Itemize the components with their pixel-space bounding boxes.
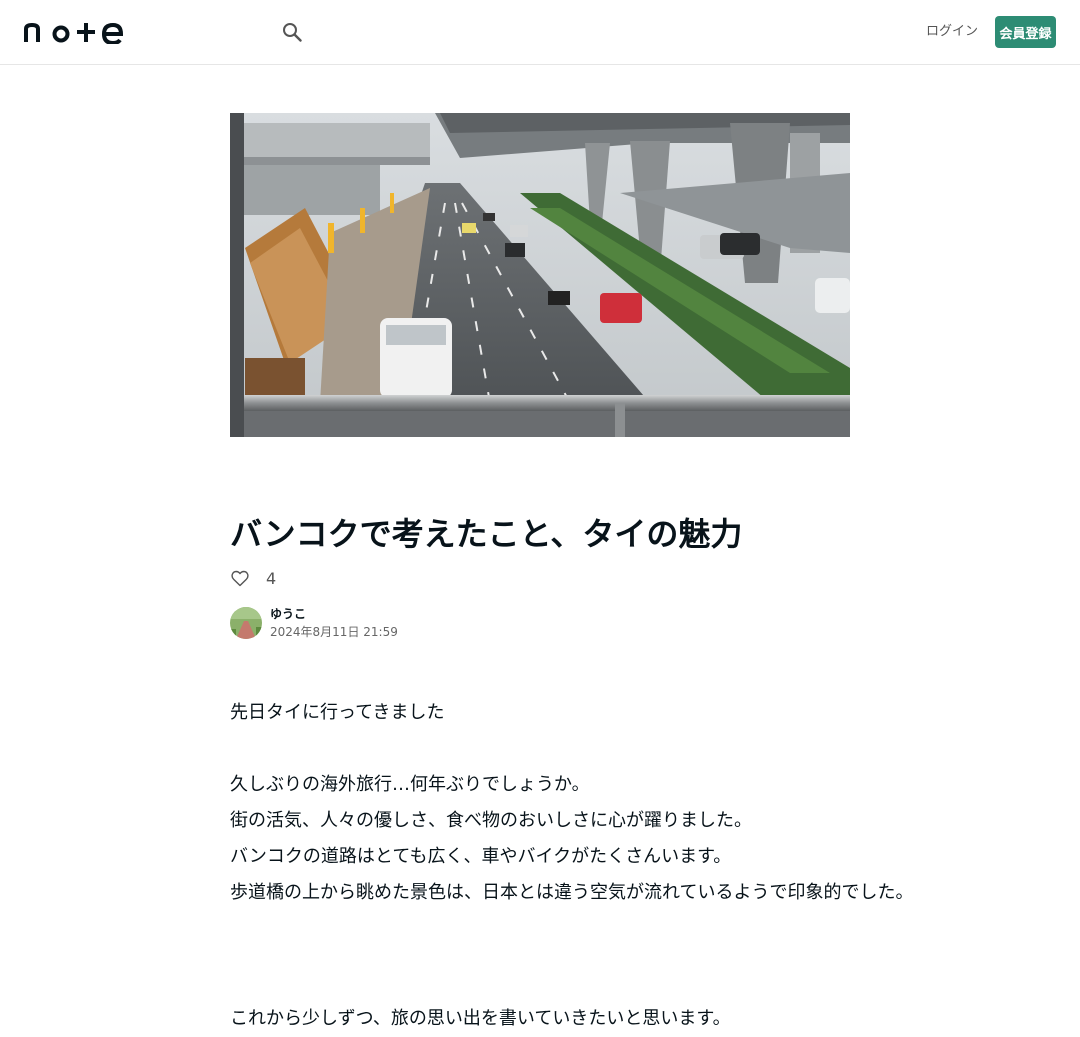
eyecatch-image [230,113,850,437]
body-paragraph: 久しぶりの海外旅行…何年ぶりでしょうか。 [230,774,590,795]
body-paragraph: 歩道橋の上から眺めた景色は、日本とは違う空気が流れているようで印象的でした。 [230,882,914,903]
article-body: 先日タイに行ってきました 久しぶりの海外旅行…何年ぶりでしょうか。 街の活気、人… [230,695,914,1037]
like-row: 4 [230,566,276,590]
author-info: ゆうこ 2024年8月11日 21:59 [230,606,398,640]
like-button[interactable] [230,568,250,588]
avatar[interactable] [230,607,262,639]
body-paragraph: これから少しずつ、旅の思い出を書いていきたいと思います。 [230,1008,731,1029]
signup-button[interactable]: 会員登録 [995,16,1056,48]
search-icon [283,23,302,42]
article-title: バンコクで考えたこと、タイの魅力 [230,515,743,553]
search-button[interactable] [278,18,306,46]
like-count[interactable]: 4 [266,569,276,588]
post-date: 2024年8月11日 21:59 [270,625,398,639]
note-logo[interactable] [24,20,124,44]
body-paragraph: 街の活気、人々の優しさ、食べ物のおいしさに心が躍りました。 [230,810,752,831]
author-name[interactable]: ゆうこ [270,605,398,623]
body-paragraph: バンコクの道路はとても広く、車やバイクがたくさんいます。 [230,846,732,867]
heart-icon [231,570,249,586]
login-link[interactable]: ログイン [926,20,978,44]
author-meta: ゆうこ 2024年8月11日 21:59 [270,605,398,641]
body-paragraph: 先日タイに行ってきました [230,702,445,723]
site-header: ログイン 会員登録 [0,0,1080,65]
